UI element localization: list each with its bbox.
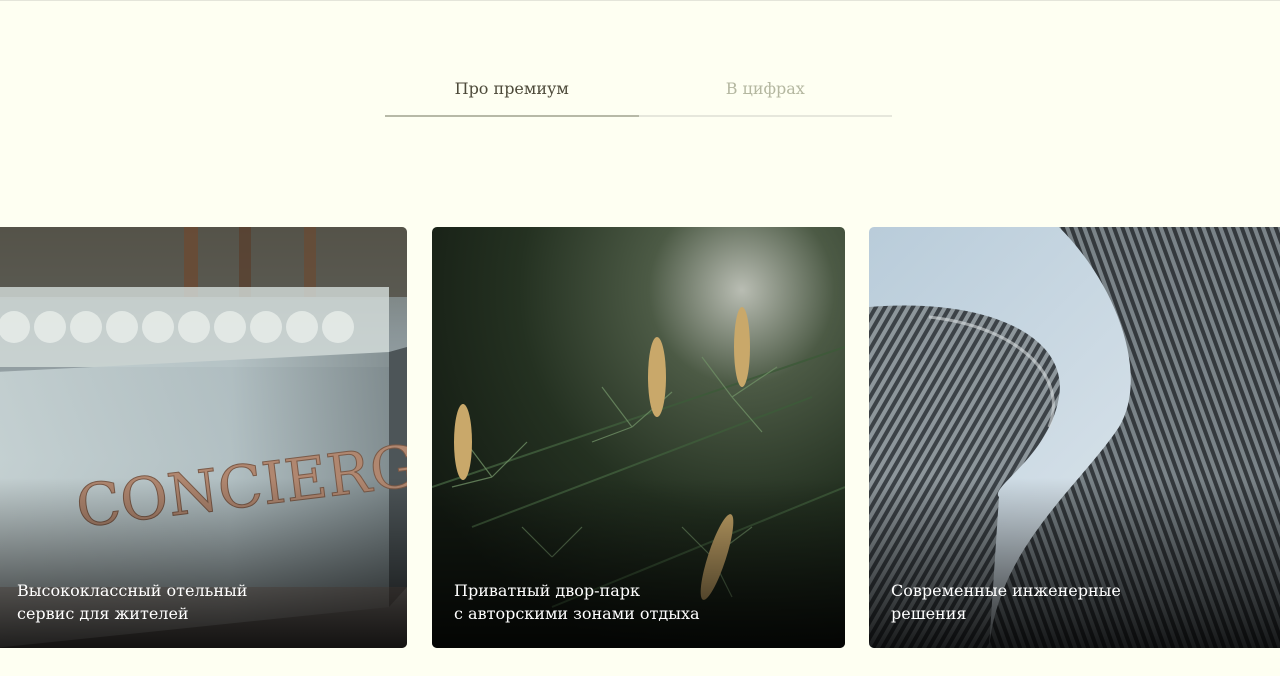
tab-underline-active <box>385 115 639 117</box>
tab-in-numbers[interactable]: В цифрах <box>638 60 892 117</box>
tab-underline <box>638 115 892 117</box>
card-caption: Современные инженерные решения <box>891 581 1121 623</box>
tab-about-premium[interactable]: Про премиум <box>385 60 639 117</box>
card-private-park[interactable]: Приватный двор-парк с авторскими зонами … <box>432 227 845 648</box>
card-caption: Приватный двор-парк с авторскими зонами … <box>454 581 700 623</box>
card-engineering-solutions[interactable]: Современные инженерные решения <box>869 227 1280 648</box>
tab-label: В цифрах <box>725 79 805 98</box>
top-divider <box>0 0 1280 1</box>
tab-label: Про премиум <box>454 79 569 98</box>
card-concierge-service[interactable]: CONCIERGE Высококлассный отельный сервис… <box>0 227 407 648</box>
tab-bar: Про премиум В цифрах <box>385 60 892 117</box>
card-caption: Высококлассный отельный сервис для жител… <box>17 581 248 623</box>
feature-cards: CONCIERGE Высококлассный отельный сервис… <box>0 227 1280 648</box>
